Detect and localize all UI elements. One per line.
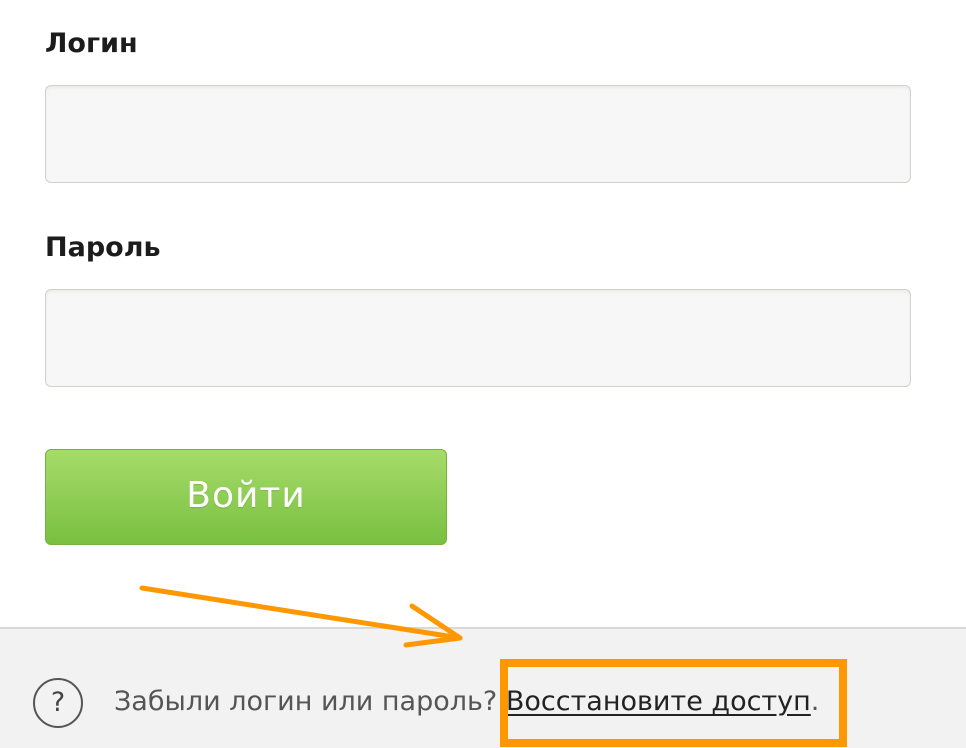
- restore-access-link[interactable]: Восстановите доступ: [506, 686, 811, 717]
- question-circle-icon: ?: [33, 678, 83, 728]
- login-button[interactable]: Войти: [45, 449, 447, 545]
- login-input[interactable]: [45, 85, 911, 183]
- login-label: Логин: [45, 28, 138, 59]
- password-label: Пароль: [45, 232, 161, 263]
- trailing-period: .: [810, 686, 820, 717]
- forgot-credentials-footer: ? Забыли логин или пароль? Восстановите …: [0, 627, 966, 748]
- login-page: Логин Пароль Войти ? Забыли логин или па…: [0, 0, 966, 748]
- forgot-question-text: Забыли логин или пароль?: [114, 686, 498, 717]
- password-input[interactable]: [45, 289, 911, 387]
- forgot-credentials-text: Забыли логин или пароль? Восстановите до…: [114, 686, 819, 718]
